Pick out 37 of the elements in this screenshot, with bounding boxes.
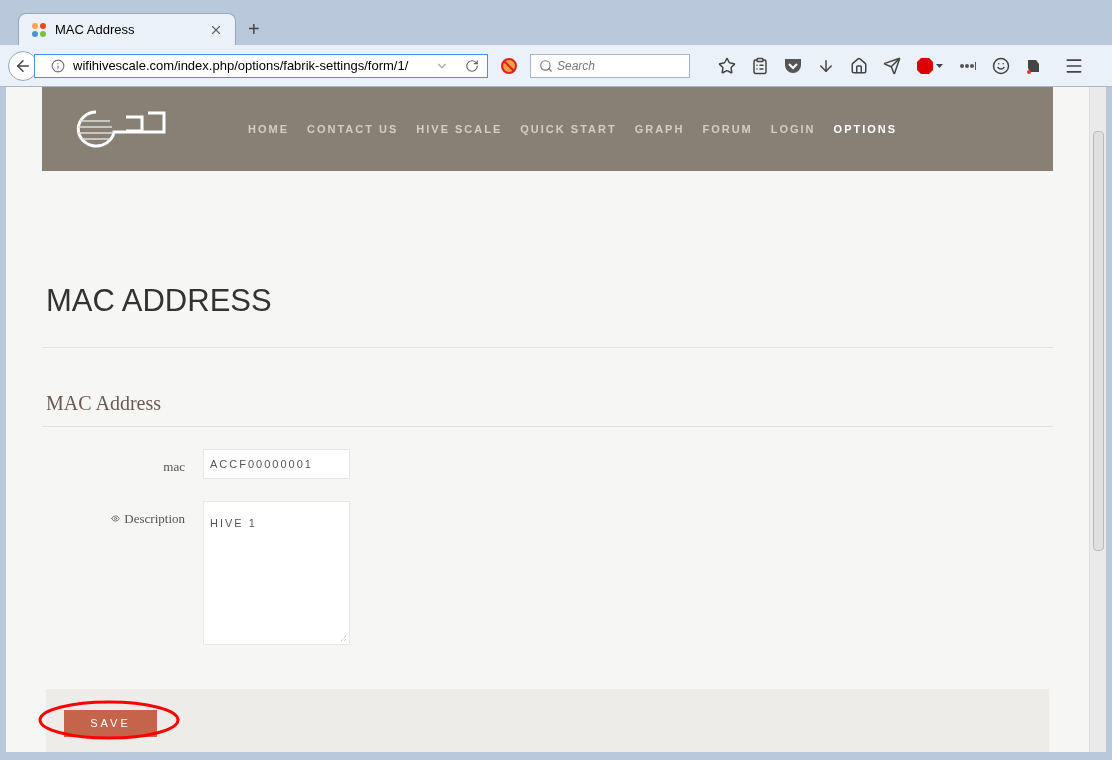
search-field[interactable]: Search xyxy=(530,53,690,78)
reload-icon[interactable] xyxy=(465,58,479,73)
tab-title: MAC Address xyxy=(55,20,136,39)
scrollbar[interactable] xyxy=(1089,87,1106,752)
save-button[interactable]: SAVE xyxy=(64,710,157,737)
send-icon[interactable] xyxy=(883,56,901,75)
eye-icon xyxy=(111,514,121,524)
reading-list-icon[interactable] xyxy=(751,56,769,75)
home-icon[interactable] xyxy=(850,56,868,75)
chat-icon[interactable] xyxy=(992,56,1010,75)
search-icon xyxy=(539,58,553,73)
address-bar[interactable]: wifihivescale.com/index.php/options/fabrik-settings/form/1/ xyxy=(34,53,488,78)
mac-input-field[interactable]: ACCF00000001 xyxy=(203,449,350,479)
url-text: wifihivescale.com/index.php/options/fabrik-settings/form/1/ xyxy=(73,56,410,75)
nav-link[interactable]: GRAPH xyxy=(634,120,685,138)
resize-handle-icon[interactable] xyxy=(340,635,347,642)
adblock-icon[interactable] xyxy=(916,56,944,75)
nav-link[interactable]: HIVE SCALE xyxy=(416,120,503,138)
field-label: mac xyxy=(163,458,185,476)
nav-link[interactable]: OPTIONS xyxy=(833,120,898,138)
new-tab-button[interactable]: + xyxy=(244,13,264,45)
nav-link[interactable]: FORUM xyxy=(702,120,753,138)
description-textarea[interactable]: HIVE 1 xyxy=(203,501,350,645)
site-logo-icon[interactable] xyxy=(74,109,168,149)
pocket-icon[interactable] xyxy=(784,57,802,74)
nav-link[interactable]: HOME xyxy=(248,120,289,138)
page-title: MAC ADDRESS xyxy=(46,283,273,319)
nav-link[interactable]: LOGIN xyxy=(770,120,816,138)
bookmark-star-icon[interactable] xyxy=(718,56,736,75)
more-dots-icon[interactable] xyxy=(959,61,977,70)
form-title: MAC Address xyxy=(46,391,162,416)
nav-link[interactable]: QUICK START xyxy=(520,120,617,138)
blocked-icon[interactable] xyxy=(500,56,518,75)
info-icon[interactable] xyxy=(51,58,65,73)
field-label: Description xyxy=(124,510,185,528)
browser-tab[interactable]: MAC Address xyxy=(18,13,236,45)
nav-link[interactable]: CONTACT US xyxy=(307,120,399,138)
